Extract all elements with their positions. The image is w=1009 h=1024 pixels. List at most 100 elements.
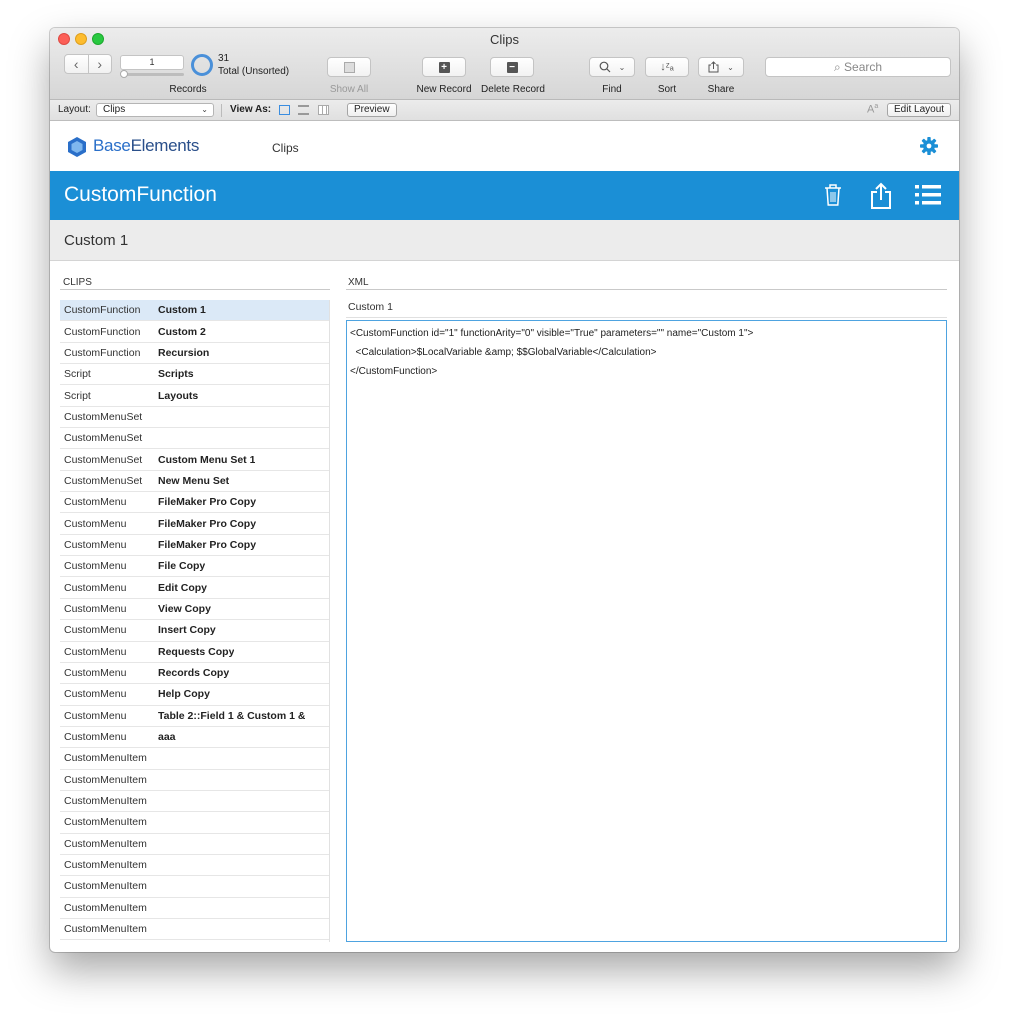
clip-type: CustomMenuItem: [64, 859, 147, 872]
record-slider-handle[interactable]: [120, 70, 128, 78]
list-item[interactable]: Script Layouts: [60, 385, 329, 407]
list-item[interactable]: CustomFunction Custom 2: [60, 321, 329, 343]
clip-name: Custom 2: [158, 325, 206, 338]
xml-line: <CustomFunction id="1" functionArity="0"…: [350, 328, 754, 339]
preview-button[interactable]: Preview: [347, 103, 397, 117]
list-item[interactable]: CustomMenuItem: [60, 791, 329, 813]
list-item[interactable]: CustomMenuItem: [60, 770, 329, 791]
list-item[interactable]: CustomMenuItem: [60, 919, 329, 941]
magnifier-icon: [599, 61, 611, 73]
layout-popup[interactable]: Clips ⌄: [96, 103, 214, 117]
share-button[interactable]: ⌄: [698, 57, 744, 77]
clips-heading: CLIPS: [63, 277, 92, 288]
clip-type: CustomMenuItem: [64, 773, 147, 786]
clip-type: CustomMenu: [64, 602, 127, 615]
minus-icon: −: [506, 61, 518, 73]
show-all-label: Show All: [329, 84, 369, 95]
list-item[interactable]: CustomFunction Recursion: [60, 343, 329, 365]
window-title: Clips: [490, 32, 519, 47]
chevron-down-icon: ⌄: [727, 62, 734, 72]
record-number-field[interactable]: 1: [120, 55, 184, 70]
record-progress-ring: [191, 54, 213, 76]
export-icon[interactable]: [870, 182, 892, 210]
record-navigation: ‹ ›: [64, 54, 112, 74]
plus-icon: +: [438, 61, 450, 73]
clip-name: Custom 1: [158, 304, 206, 317]
previous-record-button[interactable]: ‹: [65, 55, 89, 73]
list-item[interactable]: CustomMenuItem: [60, 834, 329, 855]
list-item[interactable]: CustomMenuItem: [60, 898, 329, 919]
xml-line: <Calculation>$LocalVariable &amp; $$Glob…: [350, 347, 657, 358]
list-item[interactable]: CustomMenu Table 2::Field 1 & Custom 1 &: [60, 706, 329, 727]
list-item[interactable]: CustomMenu Insert Copy: [60, 620, 329, 642]
list-item[interactable]: CustomMenu Help Copy: [60, 684, 329, 706]
clip-name: Table 2::Field 1 & Custom 1 &: [158, 709, 306, 722]
clip-type: CustomMenu: [64, 709, 127, 722]
list-item[interactable]: CustomMenu File Copy: [60, 556, 329, 578]
list-item[interactable]: CustomMenu View Copy: [60, 599, 329, 621]
clip-name: View Copy: [158, 602, 211, 615]
clip-name: Insert Copy: [158, 624, 216, 637]
table-view-icon[interactable]: [318, 105, 329, 115]
clip-name: File Copy: [158, 560, 206, 573]
clip-name: FileMaker Pro Copy: [158, 496, 257, 509]
layout-label: Layout:: [58, 104, 91, 115]
list-item[interactable]: CustomMenu FileMaker Pro Copy: [60, 492, 329, 514]
list-item[interactable]: CustomMenu FileMaker Pro Copy: [60, 513, 329, 535]
new-record-button[interactable]: +: [422, 57, 466, 77]
font-size-icon[interactable]: Aa: [867, 103, 878, 116]
sort-label: Sort: [657, 84, 677, 95]
list-menu-icon[interactable]: [915, 184, 941, 206]
section-title: Clips: [272, 141, 299, 155]
record-slider[interactable]: [122, 73, 184, 76]
clip-name: Layouts: [158, 389, 199, 402]
clip-type: CustomMenuItem: [64, 901, 147, 914]
list-item[interactable]: CustomMenu FileMaker Pro Copy: [60, 535, 329, 557]
list-view-icon[interactable]: [298, 105, 309, 115]
clip-type: CustomMenu: [64, 667, 127, 680]
list-item[interactable]: CustomMenuSet: [60, 428, 329, 450]
list-item[interactable]: CustomMenuItem: [60, 876, 329, 898]
form-view-icon[interactable]: [279, 105, 290, 115]
list-item[interactable]: CustomMenuSet: [60, 407, 329, 429]
list-item[interactable]: CustomMenu Edit Copy: [60, 577, 329, 599]
delete-record-button[interactable]: −: [490, 57, 534, 77]
list-item[interactable]: CustomMenuSet Custom Menu Set 1: [60, 449, 329, 471]
record-type-bar: CustomFunction: [50, 171, 959, 220]
trash-icon[interactable]: [823, 182, 843, 208]
list-item[interactable]: CustomMenuItem: [60, 812, 329, 834]
edit-layout-button[interactable]: Edit Layout: [887, 103, 952, 117]
baseelements-logo-icon: [68, 137, 86, 157]
clip-type: CustomMenuItem: [64, 795, 147, 808]
list-item[interactable]: CustomFunction Custom 1: [60, 300, 329, 322]
list-item[interactable]: CustomMenuItem: [60, 748, 329, 770]
search-icon: ⌕: [833, 60, 841, 74]
list-item[interactable]: CustomMenu aaa: [60, 727, 329, 749]
app-logo-text: BaseElements: [93, 136, 199, 156]
search-placeholder: Search: [844, 60, 883, 74]
find-label: Find: [602, 84, 622, 95]
clip-type: Script: [64, 389, 91, 402]
list-item[interactable]: CustomMenu Requests Copy: [60, 642, 329, 663]
list-item[interactable]: CustomMenu Records Copy: [60, 663, 329, 685]
share-label: Share: [707, 84, 735, 95]
xml-text-area[interactable]: <CustomFunction id="1" functionArity="0"…: [346, 320, 947, 942]
record-header: Custom 1: [50, 220, 959, 261]
list-item[interactable]: CustomMenuItem: [60, 855, 329, 877]
list-item[interactable]: Script Scripts: [60, 364, 329, 386]
clip-type: CustomMenuSet: [64, 432, 143, 445]
next-record-button[interactable]: ›: [89, 55, 112, 73]
gear-icon[interactable]: [919, 136, 939, 156]
xml-heading-divider: [346, 289, 947, 290]
list-item[interactable]: CustomMenuSet New Menu Set: [60, 471, 329, 493]
sort-button[interactable]: ↓ᶻₐ: [645, 57, 689, 77]
toolbar: Clips ‹ › 1 31 Total (Unsorted) Records …: [50, 28, 959, 100]
clip-type: CustomMenu: [64, 645, 127, 658]
find-button[interactable]: ⌄: [589, 57, 635, 77]
clip-type: CustomMenuItem: [64, 752, 147, 765]
clip-type: CustomMenuSet: [64, 474, 143, 487]
show-all-button[interactable]: [327, 57, 371, 77]
show-all-icon: [343, 61, 355, 73]
logo-prefix: Base: [93, 136, 131, 155]
search-field[interactable]: ⌕ Search: [765, 57, 951, 77]
